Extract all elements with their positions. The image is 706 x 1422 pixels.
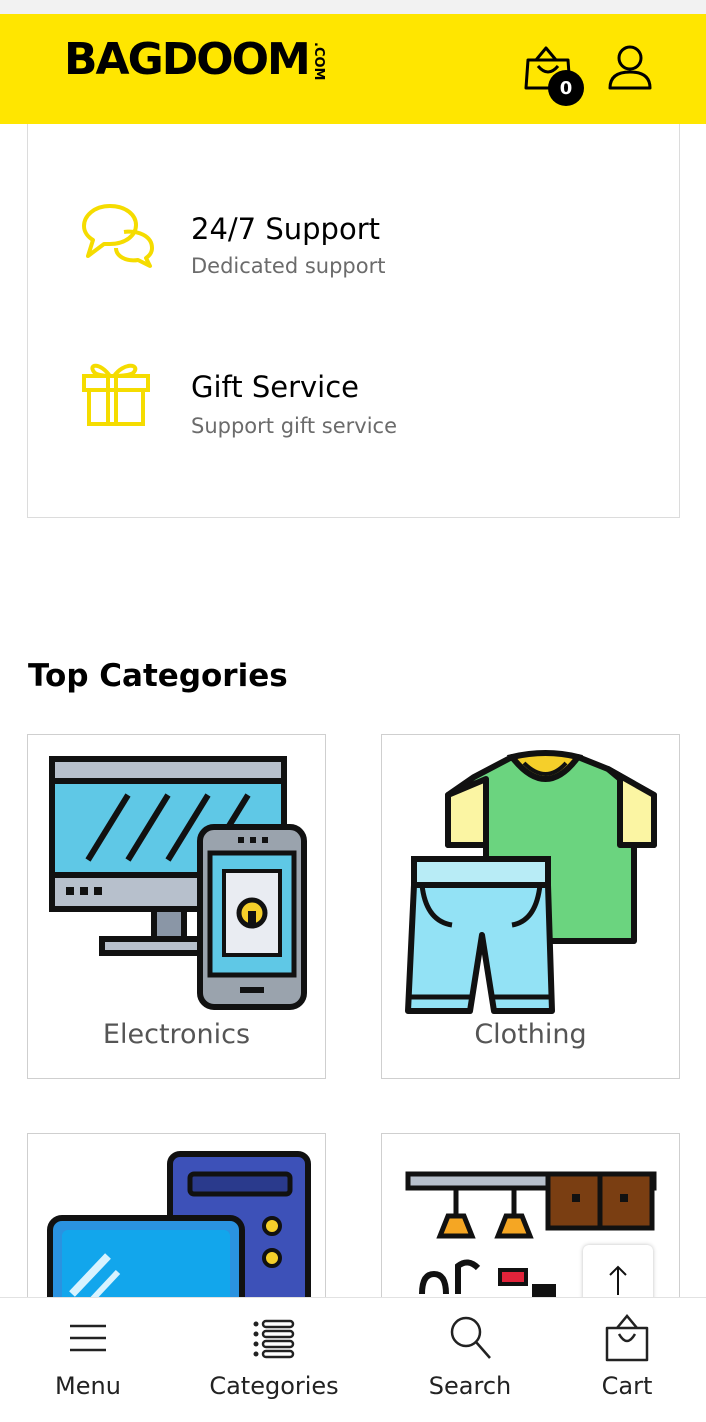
feature-subtitle: Dedicated support	[191, 254, 386, 278]
category-label: Clothing	[474, 1019, 587, 1050]
nav-cart[interactable]: Cart	[568, 1298, 686, 1422]
gift-icon	[82, 363, 150, 426]
feature-gift: Gift Service Support gift service	[28, 358, 679, 438]
section-title-top-categories: Top Categories	[28, 658, 288, 694]
status-bar-strip	[0, 0, 706, 14]
tshirt-shorts-icon	[405, 750, 657, 1014]
shopping-bag-icon	[605, 1314, 649, 1362]
category-label: Electronics	[102, 1019, 251, 1050]
nav-label: Menu	[55, 1372, 121, 1400]
nav-search[interactable]: Search	[410, 1298, 530, 1422]
feature-title: Gift Service	[191, 370, 359, 404]
scroll-to-top-button[interactable]	[583, 1245, 653, 1305]
nav-label: Categories	[209, 1372, 339, 1400]
nav-label: Search	[428, 1372, 512, 1400]
user-icon	[608, 45, 652, 90]
features-panel: 24/7 Support Dedicated support Gift Serv…	[27, 124, 680, 518]
logo-suffix: .COM	[310, 42, 326, 81]
monitor-phone-icon	[49, 756, 307, 1010]
account-button[interactable]	[606, 44, 654, 92]
nav-categories[interactable]: Categories	[200, 1298, 348, 1422]
site-logo[interactable]: BAGDOOM .COM	[64, 38, 326, 96]
search-icon	[450, 1316, 491, 1359]
cart-count-badge: 0	[548, 70, 584, 106]
nav-menu[interactable]: Menu	[28, 1298, 148, 1422]
chat-bubbles-icon	[82, 204, 154, 268]
feature-support: 24/7 Support Dedicated support	[28, 202, 679, 282]
logo-text: BAGDOOM	[64, 34, 311, 85]
feature-title: 24/7 Support	[191, 212, 380, 246]
bottom-navigation: Menu Categories Search Cart	[0, 1297, 706, 1422]
nav-label: Cart	[601, 1372, 653, 1400]
feature-subtitle: Support gift service	[191, 414, 398, 438]
list-icon	[253, 1319, 295, 1359]
arrow-up-icon	[609, 1265, 627, 1295]
category-card-electronics[interactable]: Electronics	[27, 734, 326, 1079]
category-card-clothing[interactable]: Clothing	[381, 734, 680, 1079]
hamburger-menu-icon	[70, 1324, 106, 1352]
